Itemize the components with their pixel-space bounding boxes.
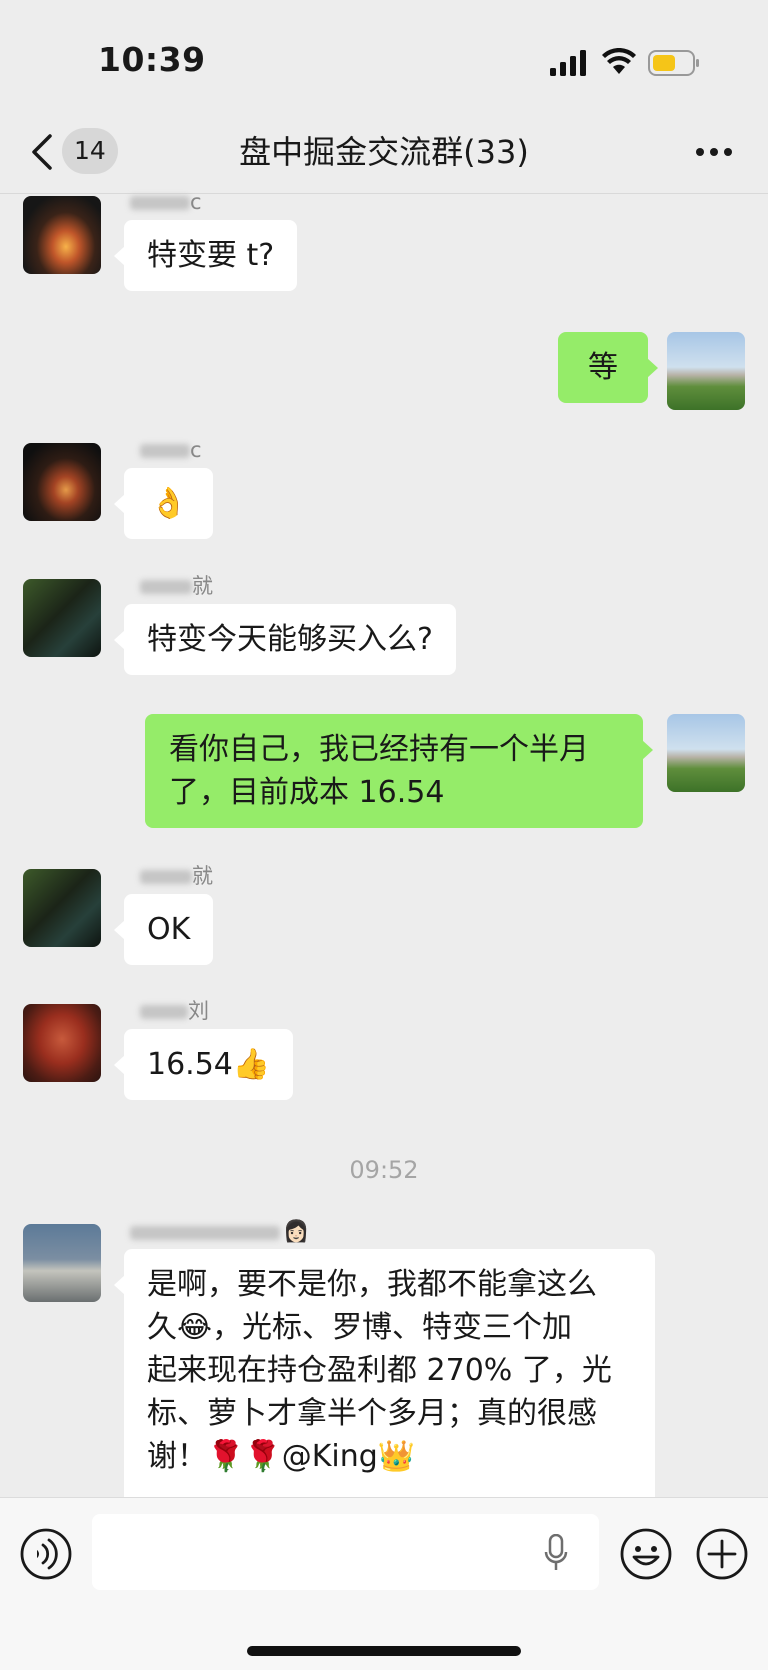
sender-name: 👩🏻 bbox=[283, 1219, 310, 1243]
chat-timestamp: 09:52 bbox=[349, 1156, 419, 1184]
status-time: 10:39 bbox=[98, 40, 206, 79]
plus-icon[interactable] bbox=[696, 1528, 748, 1580]
message-bubble[interactable]: OK bbox=[113, 894, 214, 965]
nav-bar: 14 盘中掘金交流群(33) bbox=[0, 110, 768, 194]
sender-name-blur bbox=[140, 1005, 188, 1019]
sender-name: 就 bbox=[192, 574, 213, 598]
sender-name-blur bbox=[130, 196, 190, 210]
sender-avatar[interactable] bbox=[23, 579, 101, 657]
message-text: OK bbox=[147, 912, 191, 947]
message-text: 特变要 t? bbox=[147, 238, 275, 273]
message-text-line: 谢！🌹🌹@King👑 bbox=[147, 1439, 416, 1474]
emoji-icon[interactable] bbox=[620, 1528, 672, 1580]
message-input[interactable] bbox=[92, 1514, 599, 1590]
chat-title: 盘中掘金交流群(33) bbox=[239, 133, 529, 171]
message-text-line: 久😂，光标、罗博、特变三个加 bbox=[147, 1310, 573, 1345]
cellular-signal-icon bbox=[550, 50, 586, 76]
sender-avatar[interactable] bbox=[23, 1224, 101, 1302]
sender-name: 就 bbox=[192, 864, 213, 888]
message-text-line: 看你自己，我已经持有一个半月 bbox=[169, 732, 589, 767]
my-avatar[interactable] bbox=[667, 714, 745, 792]
message-bubble[interactable]: 16.54👍 bbox=[113, 1029, 294, 1100]
message-text: 特变今天能够买入么? bbox=[147, 622, 433, 657]
message-text-line: 了，目前成本 16.54 bbox=[169, 775, 445, 810]
message-bubble[interactable]: 特变今天能够买入么? bbox=[114, 604, 456, 675]
status-bar: 10:39 bbox=[0, 0, 768, 110]
message-emoji: 👌 bbox=[150, 486, 188, 521]
message-text-line: 起来现在持仓盈利都 270% 了，光 bbox=[147, 1353, 612, 1388]
sender-avatar[interactable] bbox=[23, 1004, 101, 1082]
message-text-line: 是啊，要不是你，我都不能拿这么 bbox=[147, 1267, 597, 1302]
message-bubble[interactable]: 👌 bbox=[113, 468, 214, 539]
back-chevron-icon[interactable] bbox=[28, 132, 56, 172]
wifi-icon bbox=[602, 48, 636, 74]
sender-avatar[interactable] bbox=[23, 443, 101, 521]
message-bubble[interactable]: 特变要 t? bbox=[113, 220, 298, 291]
input-bar bbox=[0, 1497, 768, 1670]
sender-name-blur bbox=[140, 444, 190, 458]
message-text: 等 bbox=[588, 350, 618, 385]
message-bubble-outgoing[interactable]: 看你自己，我已经持有一个半月 了，目前成本 16.54 bbox=[145, 714, 653, 828]
home-indicator bbox=[247, 1646, 521, 1656]
sender-avatar[interactable] bbox=[23, 196, 101, 274]
battery-icon bbox=[648, 50, 699, 76]
unread-count-badge[interactable]: 14 bbox=[62, 128, 118, 174]
sender-name-blur bbox=[140, 870, 192, 884]
message-bubble-outgoing[interactable]: 等 bbox=[558, 332, 658, 403]
voice-input-icon[interactable] bbox=[20, 1528, 72, 1580]
sender-name: c bbox=[190, 190, 202, 214]
sender-avatar[interactable] bbox=[23, 869, 101, 947]
sender-name-blur bbox=[130, 1226, 280, 1240]
sender-name-blur bbox=[140, 580, 192, 594]
sender-name: 刘 bbox=[188, 999, 209, 1023]
message-text-line: 标、萝卜才拿半个多月；真的很感 bbox=[147, 1396, 597, 1431]
microphone-icon[interactable] bbox=[544, 1534, 568, 1572]
message-text: 16.54👍 bbox=[147, 1047, 271, 1082]
my-avatar[interactable] bbox=[667, 332, 745, 410]
more-options-icon[interactable] bbox=[695, 146, 733, 158]
message-bubble[interactable]: 是啊，要不是你，我都不能拿这么 久😂，光标、罗博、特变三个加 起来现在持仓盈利都… bbox=[114, 1249, 655, 1508]
sender-name: c bbox=[190, 438, 202, 462]
